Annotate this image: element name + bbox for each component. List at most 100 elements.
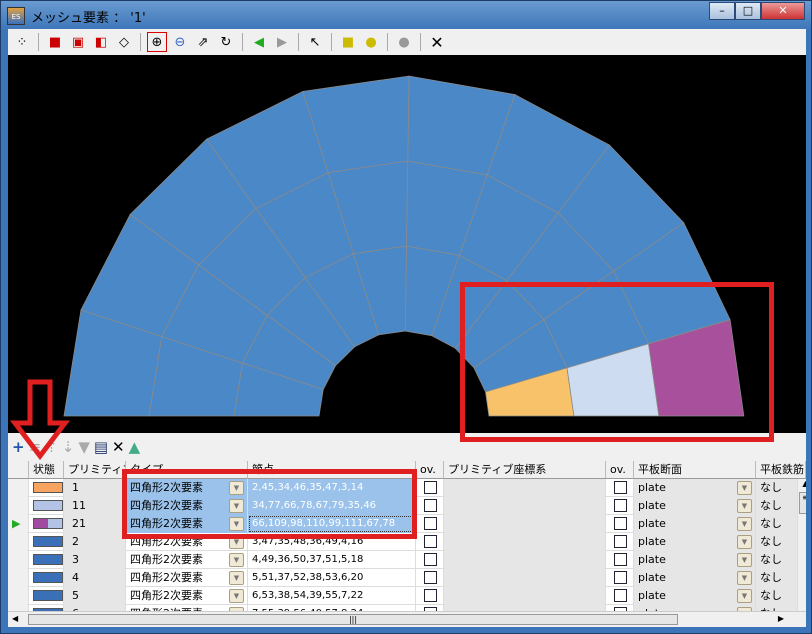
cube-iso-icon[interactable]: ◇: [114, 32, 134, 52]
sort-icon[interactable]: ▲: [129, 438, 141, 456]
coord-cell[interactable]: [444, 551, 606, 569]
col-rebar[interactable]: 平板鉄筋: [756, 461, 806, 479]
coord-cell[interactable]: [444, 587, 606, 605]
col-coord[interactable]: プリミティブ座標系: [444, 461, 606, 479]
table-row[interactable]: 5 四角形2次要素 ▼ 6,53,38,54,39,55,7,22 plate ▼ …: [8, 587, 798, 605]
col-primitive[interactable]: プリミティブ: [64, 461, 126, 479]
zoom-window-icon[interactable]: ⊕: [147, 32, 167, 52]
row-header[interactable]: ▶: [8, 515, 29, 533]
ov-checkbox-cell[interactable]: [416, 479, 444, 497]
type-select[interactable]: 四角形2次要素 ▼: [126, 569, 248, 587]
close-x-icon[interactable]: ✕: [427, 32, 447, 52]
filter-icon[interactable]: ▼: [78, 438, 90, 456]
cube-top-icon[interactable]: ▣: [68, 32, 88, 52]
forward-gray-icon[interactable]: ▶: [272, 32, 292, 52]
nodes-cell[interactable]: 5,51,37,52,38,53,6,20: [248, 569, 416, 587]
ov-checkbox[interactable]: [614, 553, 627, 566]
ov-checkbox[interactable]: [614, 589, 627, 602]
coord-cell[interactable]: [444, 497, 606, 515]
row-header[interactable]: [8, 569, 29, 587]
row-header[interactable]: [8, 533, 29, 551]
ov-checkbox-cell[interactable]: [606, 587, 634, 605]
select-all-icon[interactable]: ⁘: [12, 32, 32, 52]
ov-checkbox-cell[interactable]: [606, 479, 634, 497]
ov-checkbox[interactable]: [614, 571, 627, 584]
rebar-cell[interactable]: なし: [756, 533, 798, 551]
row-header[interactable]: [8, 497, 29, 515]
nodes-cell[interactable]: 6,53,38,54,39,55,7,22: [248, 587, 416, 605]
col-state[interactable]: 状態: [29, 461, 64, 479]
rebar-cell[interactable]: なし: [756, 569, 798, 587]
coord-cell[interactable]: [444, 479, 606, 497]
ov-checkbox-cell[interactable]: [416, 569, 444, 587]
dropdown-arrow-icon[interactable]: ▼: [737, 553, 752, 567]
rebar-cell[interactable]: なし: [756, 515, 798, 533]
back-green-icon[interactable]: ◀: [249, 32, 269, 52]
section-select[interactable]: plate ▼: [634, 515, 756, 533]
ov-checkbox-cell[interactable]: [416, 533, 444, 551]
col-ov2[interactable]: ov.: [606, 461, 634, 479]
search-gray-icon[interactable]: ●: [394, 32, 414, 52]
rebar-cell[interactable]: なし: [756, 497, 798, 515]
ov-checkbox-cell[interactable]: [416, 587, 444, 605]
ov-checkbox[interactable]: [614, 499, 627, 512]
table-row[interactable]: 4 四角形2次要素 ▼ 5,51,37,52,38,53,6,20 plate ▼ …: [8, 569, 798, 587]
coord-cell[interactable]: [444, 569, 606, 587]
horizontal-scrollbar[interactable]: ◀ ||| ▶: [8, 611, 806, 627]
fit-arrow-icon[interactable]: ⇗: [193, 32, 213, 52]
vertical-scrollbar[interactable]: ▲ ≡: [798, 479, 806, 611]
ov-checkbox[interactable]: [424, 571, 437, 584]
rebar-cell[interactable]: なし: [756, 479, 798, 497]
dropdown-arrow-icon[interactable]: ▼: [229, 589, 244, 603]
dropdown-arrow-icon[interactable]: ▼: [737, 517, 752, 531]
dropdown-arrow-icon[interactable]: ▼: [737, 499, 752, 513]
ov-checkbox[interactable]: [424, 499, 437, 512]
rebar-cell[interactable]: なし: [756, 587, 798, 605]
dropdown-arrow-icon[interactable]: ▼: [737, 571, 752, 585]
ov-checkbox-cell[interactable]: [606, 533, 634, 551]
row-header[interactable]: [8, 479, 29, 497]
ov-checkbox-cell[interactable]: [416, 551, 444, 569]
section-select[interactable]: plate ▼: [634, 533, 756, 551]
ov-checkbox-cell[interactable]: [606, 551, 634, 569]
ov-checkbox-cell[interactable]: [606, 515, 634, 533]
dropdown-arrow-icon[interactable]: ▼: [737, 535, 752, 549]
ov-checkbox[interactable]: [424, 481, 437, 494]
ov-checkbox[interactable]: [424, 553, 437, 566]
ov-checkbox-cell[interactable]: [416, 515, 444, 533]
pick-icon[interactable]: ↖: [305, 32, 325, 52]
zoom-out-icon[interactable]: ⊖: [170, 32, 190, 52]
section-select[interactable]: plate ▼: [634, 497, 756, 515]
dropdown-arrow-icon[interactable]: ▼: [229, 571, 244, 585]
ov-checkbox[interactable]: [614, 481, 627, 494]
lasso-select-icon[interactable]: ●: [361, 32, 381, 52]
coord-cell[interactable]: [444, 515, 606, 533]
ov-checkbox-cell[interactable]: [416, 497, 444, 515]
ov-checkbox[interactable]: [424, 589, 437, 602]
col-section[interactable]: 平板断面: [634, 461, 756, 479]
table-row[interactable]: 3 四角形2次要素 ▼ 4,49,36,50,37,51,5,18 plate ▼ …: [8, 551, 798, 569]
ov-checkbox[interactable]: [614, 517, 627, 530]
close-button[interactable]: ✕: [761, 2, 805, 20]
nodes-cell[interactable]: 4,49,36,50,37,51,5,18: [248, 551, 416, 569]
cube-front-icon[interactable]: ■: [45, 32, 65, 52]
ov-checkbox[interactable]: [614, 535, 627, 548]
type-select[interactable]: 四角形2次要素 ▼: [126, 551, 248, 569]
dropdown-arrow-icon[interactable]: ▼: [229, 553, 244, 567]
coord-cell[interactable]: [444, 533, 606, 551]
col-ov1[interactable]: ov.: [416, 461, 444, 479]
section-select[interactable]: plate ▼: [634, 569, 756, 587]
row-header[interactable]: [8, 587, 29, 605]
rotate-icon[interactable]: ↻: [216, 32, 236, 52]
save-icon[interactable]: ▤: [94, 438, 108, 456]
dropdown-arrow-icon[interactable]: ▼: [737, 481, 752, 495]
ov-checkbox-cell[interactable]: [606, 569, 634, 587]
delete-icon[interactable]: ✕: [112, 438, 125, 456]
row-header[interactable]: [8, 551, 29, 569]
section-select[interactable]: plate ▼: [634, 587, 756, 605]
rebar-cell[interactable]: なし: [756, 551, 798, 569]
minimize-button[interactable]: –: [709, 2, 735, 20]
ov-checkbox-cell[interactable]: [606, 497, 634, 515]
ov-checkbox[interactable]: [424, 535, 437, 548]
section-select[interactable]: plate ▼: [634, 479, 756, 497]
